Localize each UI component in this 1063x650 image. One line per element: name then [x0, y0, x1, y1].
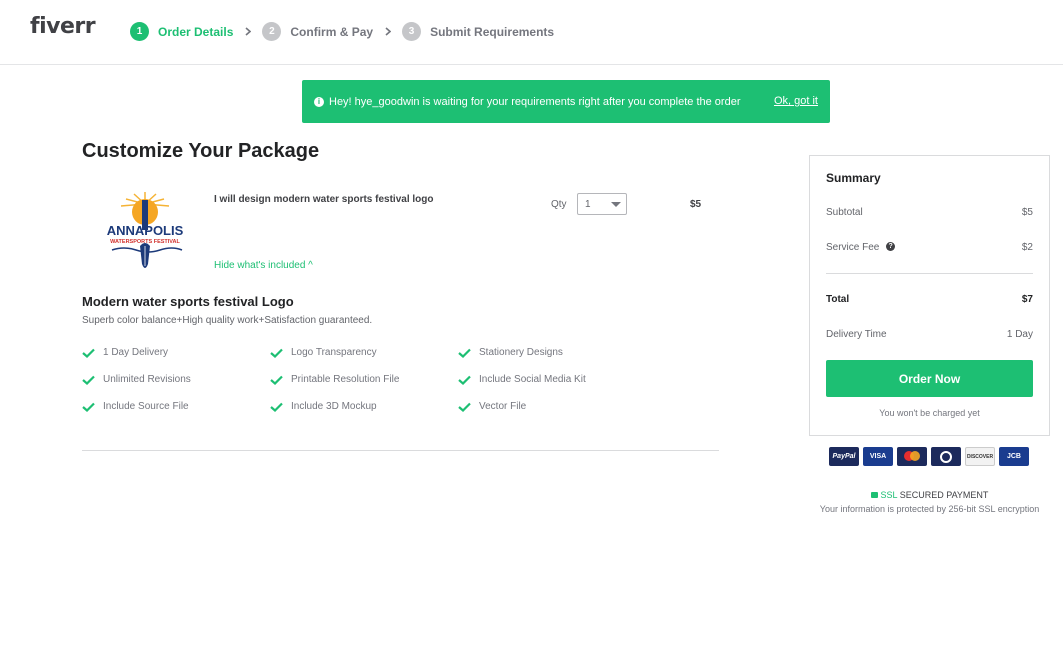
checkout-steps: 1 Order Details 2 Confirm & Pay 3 Submit…: [130, 22, 554, 41]
step-number: 2: [262, 22, 282, 41]
step-label: Order Details: [158, 24, 234, 39]
check-icon: [82, 375, 95, 385]
jcb-icon: JCB: [999, 447, 1029, 466]
not-charged-note: You won't be charged yet: [879, 408, 980, 418]
logo-text-main: ANNAPOLIS: [107, 223, 184, 238]
step-submit-requirements[interactable]: 3 Submit Requirements: [402, 22, 554, 41]
service-fee-label: Service Fee: [826, 242, 880, 253]
feature-label: Unlimited Revisions: [103, 374, 191, 385]
payment-methods: PayPal VISA DISCOVER JCB: [829, 447, 1033, 466]
step-number: 3: [402, 22, 422, 41]
step-label: Confirm & Pay: [290, 24, 374, 39]
feature-item: Logo Transparency: [270, 347, 377, 358]
hide-whats-included-link[interactable]: Hide what's included ^: [214, 260, 313, 271]
total-label: Total: [826, 294, 850, 305]
subtotal-value: $5: [1021, 207, 1033, 218]
quantity-value: 1: [585, 198, 591, 210]
check-icon: [458, 348, 471, 358]
discover-icon: DISCOVER: [965, 447, 995, 466]
service-fee-value: $2: [1021, 242, 1033, 253]
ssl-secured-payment: SSL SECURED PAYMENT: [809, 490, 1050, 500]
page-title: Customize Your Package: [82, 140, 320, 162]
qty-label: Qty: [551, 199, 567, 210]
fiverr-logo[interactable]: fiverr: [30, 14, 96, 39]
section-divider: [82, 450, 719, 451]
gig-thumbnail[interactable]: ANNAPOLIS WATERSPORTS FESTIVAL: [104, 190, 186, 274]
notice-text: Hey! hye_goodwin is waiting for your req…: [329, 95, 741, 108]
requirements-notice-banner: i Hey! hye_goodwin is waiting for your r…: [302, 80, 830, 123]
feature-label: 1 Day Delivery: [103, 347, 169, 358]
gig-price: $5: [690, 199, 702, 210]
step-number: 1: [130, 22, 149, 41]
ok-got-it-link[interactable]: Ok, got it: [774, 95, 818, 107]
delivery-time-value: 1 Day: [1006, 329, 1033, 340]
subtotal-label: Subtotal: [826, 207, 863, 218]
ssl-encryption-note: Your information is protected by 256-bit…: [819, 504, 1040, 514]
header: fiverr 1 Order Details 2 Confirm & Pay 3…: [0, 0, 1063, 65]
chevron-right-icon: [245, 27, 252, 36]
check-icon: [270, 375, 283, 385]
delivery-time-label: Delivery Time: [826, 329, 887, 340]
question-icon[interactable]: ?: [886, 241, 896, 251]
caret-down-icon: [611, 202, 621, 207]
service-fee-row: Service Fee ? $2: [826, 241, 1033, 253]
feature-label: Vector File: [479, 401, 527, 412]
step-confirm-pay[interactable]: 2 Confirm & Pay: [262, 22, 373, 41]
feature-item: Include 3D Mockup: [270, 401, 377, 412]
info-icon: i: [314, 96, 324, 107]
chevron-right-icon: [385, 27, 392, 36]
feature-item: Include Social Media Kit: [458, 374, 586, 385]
package-title: Modern water sports festival Logo: [82, 294, 294, 309]
summary-divider: [826, 273, 1033, 274]
order-summary-panel: Summary Subtotal $5 Service Fee ? $2 Tot…: [809, 155, 1050, 436]
diners-club-icon: [931, 447, 961, 466]
feature-item: Unlimited Revisions: [82, 374, 191, 385]
quantity-select[interactable]: 1: [577, 193, 627, 215]
feature-item: 1 Day Delivery: [82, 347, 168, 358]
step-label: Submit Requirements: [430, 24, 555, 39]
total-row: Total $7: [826, 294, 1033, 305]
check-icon: [458, 375, 471, 385]
visa-icon: VISA: [863, 447, 893, 466]
feature-label: Printable Resolution File: [291, 374, 400, 385]
mastercard-icon: [897, 447, 927, 466]
paypal-icon: PayPal: [829, 447, 859, 466]
feature-item: Printable Resolution File: [270, 374, 399, 385]
feature-item: Include Source File: [82, 401, 189, 412]
summary-title: Summary: [826, 171, 881, 185]
feature-label: Include 3D Mockup: [291, 401, 377, 412]
order-now-button[interactable]: Order Now: [826, 360, 1033, 397]
delivery-time-row: Delivery Time 1 Day: [826, 329, 1033, 340]
subtotal-row: Subtotal $5: [826, 207, 1033, 218]
package-description: Superb color balance+High quality work+S…: [82, 315, 373, 326]
check-icon: [82, 402, 95, 412]
gig-title[interactable]: I will design modern water sports festiv…: [214, 194, 434, 205]
check-icon: [82, 348, 95, 358]
check-icon: [270, 402, 283, 412]
step-order-details[interactable]: 1 Order Details: [130, 22, 233, 41]
ssl-text: SECURED PAYMENT: [899, 490, 989, 500]
feature-label: Include Source File: [103, 401, 189, 412]
total-value: $7: [1021, 294, 1033, 305]
feature-item: Stationery Designs: [458, 347, 563, 358]
check-icon: [458, 402, 471, 412]
ssl-label: SSL: [880, 490, 898, 500]
feature-label: Logo Transparency: [291, 347, 377, 358]
lock-icon: [870, 492, 878, 498]
check-icon: [270, 348, 283, 358]
feature-label: Include Social Media Kit: [479, 374, 586, 385]
feature-item: Vector File: [458, 401, 526, 412]
feature-label: Stationery Designs: [479, 347, 563, 358]
